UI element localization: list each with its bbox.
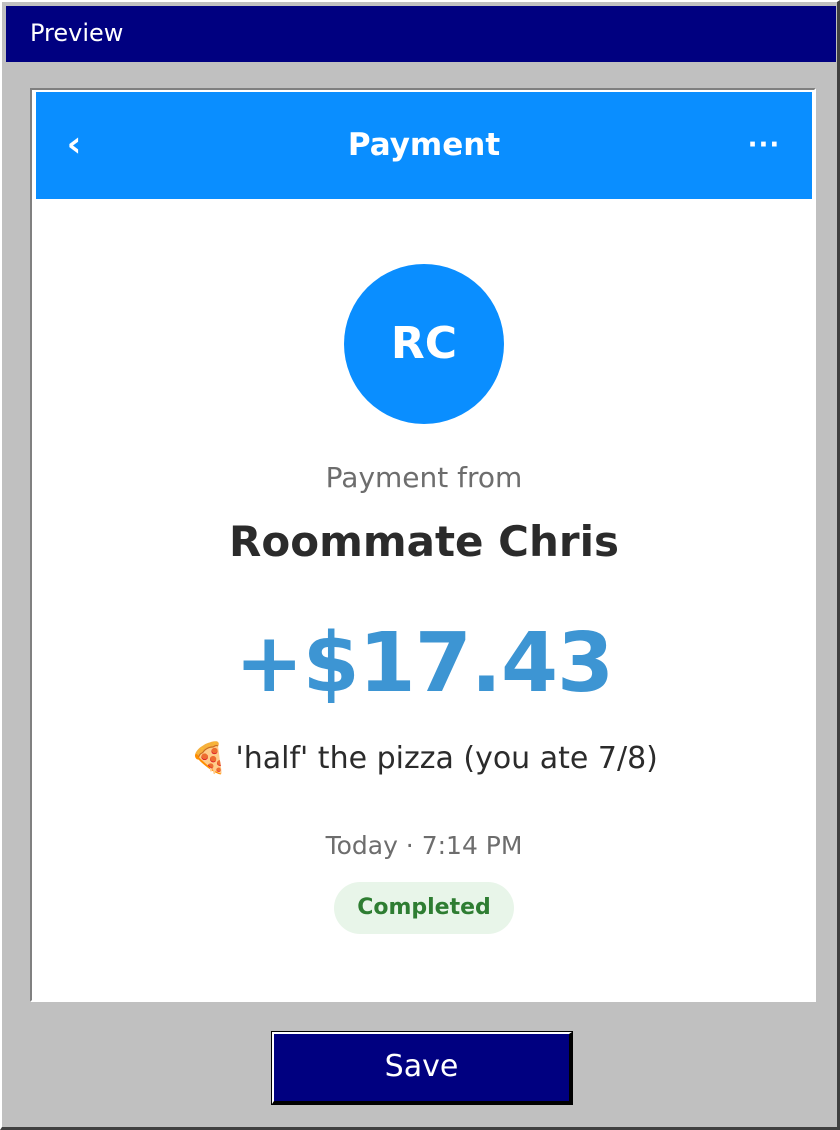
payment-memo: 🍕'half' the pizza (you ate 7/8) xyxy=(36,738,812,780)
preview-frame: ‹ Payment ··· RC Payment from Roommate C… xyxy=(30,88,816,1002)
preview-window: Preview ‹ Payment ··· RC Payment from Ro… xyxy=(0,0,840,1130)
page-title: Payment xyxy=(347,127,501,163)
chevron-left-icon[interactable]: ‹ xyxy=(58,120,90,170)
window-title: Preview xyxy=(6,6,836,62)
payment-amount: +$17.43 xyxy=(234,616,614,711)
pizza-icon: 🍕 xyxy=(190,741,228,776)
save-button[interactable]: Save xyxy=(271,1031,573,1105)
payer-name: Roommate Chris xyxy=(229,517,619,566)
status-badge: Completed xyxy=(334,882,514,934)
payment-screen: ‹ Payment ··· RC Payment from Roommate C… xyxy=(36,92,812,998)
payment-from-label: Payment from xyxy=(325,461,523,494)
more-horizontal-icon[interactable]: ··· xyxy=(742,128,786,168)
payment-timestamp: Today · 7:14 PM xyxy=(325,831,523,860)
app-bar: ‹ Payment ··· xyxy=(36,92,812,199)
memo-text: 'half' the pizza (you ate 7/8) xyxy=(235,741,658,776)
avatar: RC xyxy=(344,264,504,424)
